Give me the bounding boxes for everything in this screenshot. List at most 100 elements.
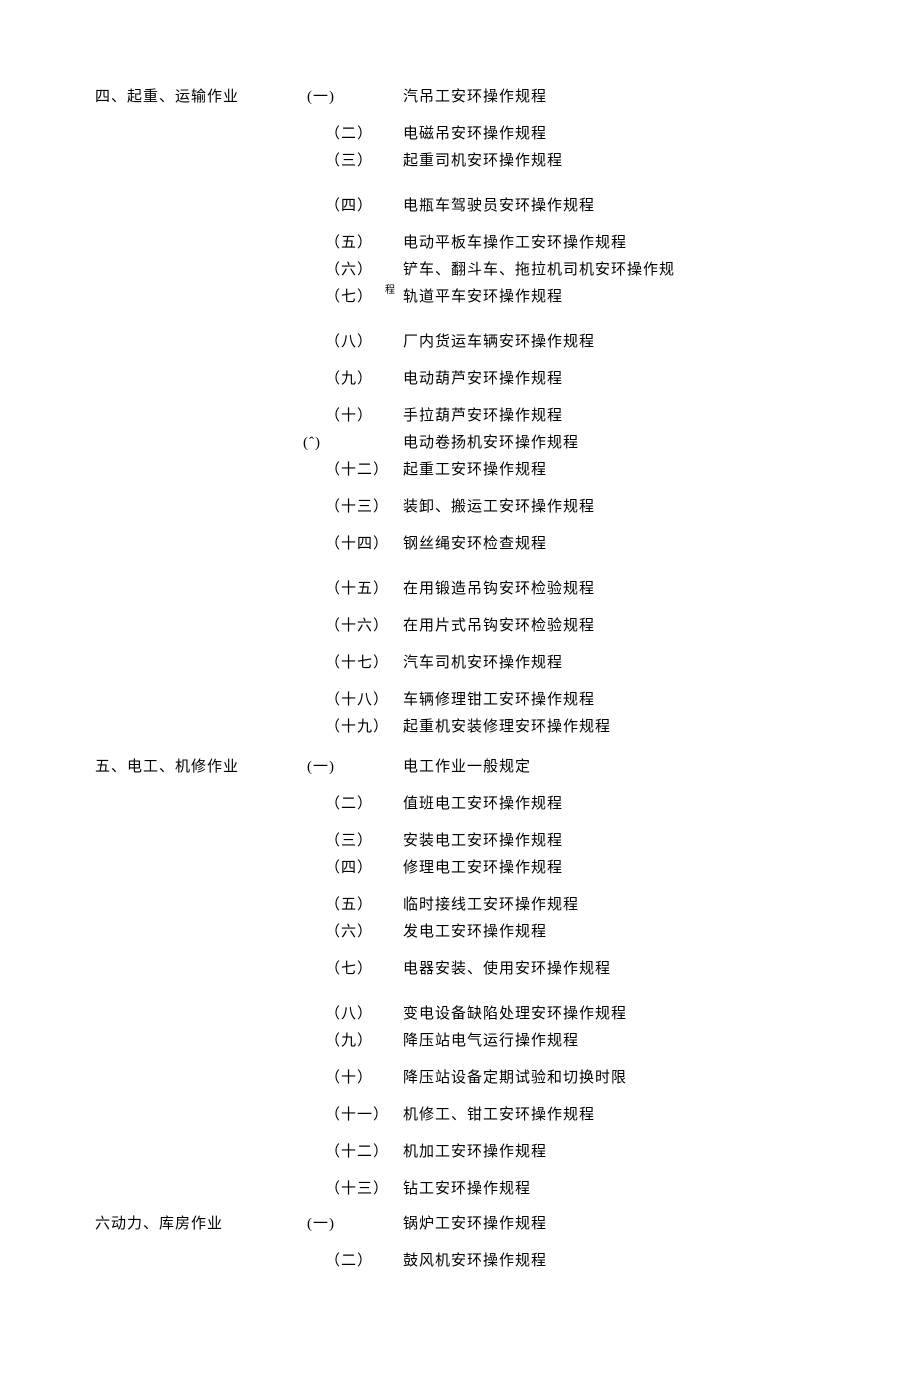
toc-row: （十七）汽车司机安环操作规程 [325,656,875,671]
toc-page: 四、起重、运输作业 (一)汽吊工安环操作规程（二）电磁吊安环操作规程（三）起重司… [95,90,875,1269]
toc-item-note: 程 [385,286,395,296]
toc-row: （四）修理电工安环操作规程 [325,861,875,876]
section-heading: 四、起重、运输作业 [95,90,325,105]
toc-item-number: （七） [325,962,403,977]
toc-item-title: 降压站电气运行操作规程 [403,1034,875,1049]
toc-item-title: 厂内货运车辆安环操作规程 [403,335,875,350]
toc-row: （六）发电工安环操作规程 [325,925,875,940]
toc-row: （八）变电设备缺陷处理安环操作规程 [325,1007,875,1022]
toc-item-title: 装卸、搬运工安环操作规程 [403,500,875,515]
toc-row: （二）鼓风机安环操作规程 [325,1254,875,1269]
toc-item-number: （九） [325,1034,403,1049]
toc-item-title: 起重机安装修理安环操作规程 [403,720,875,735]
toc-item-title: 机加工安环操作规程 [403,1145,875,1160]
toc-section: 五、电工、机修作业 (一)电工作业一般规定 （二）值班电工安环操作规程 （三）安装电… [95,760,875,1197]
toc-row: (一)电工作业一般规定 [325,760,875,775]
toc-item-number: （六） [325,263,403,278]
toc-item-number: （五） [325,898,403,913]
toc-item-number: （十二） [325,1145,403,1160]
section-items: (一)锅炉工安环操作规程（二）鼓风机安环操作规程 [325,1217,875,1269]
toc-row: （五）电动平板车操作工安环操作规程 [325,236,875,251]
toc-row: （十二）起重工安环操作规程 [325,463,875,478]
toc-section: 四、起重、运输作业 (一)汽吊工安环操作规程 （二）电磁吊安环操作规程 （三）起重司… [95,90,875,735]
toc-row: （二）电磁吊安环操作规程 [325,127,875,142]
toc-item-number: (一) [307,90,403,105]
toc-item-number: （十八） [325,693,403,708]
toc-item-title: 电器安装、使用安环操作规程 [403,962,875,977]
toc-item-title: 汽吊工安环操作规程 [403,90,875,105]
toc-item-number: （九） [325,372,403,387]
toc-item-number: （二） [325,1254,403,1269]
toc-item-title: 发电工安环操作规程 [403,925,875,940]
toc-row: （五）临时接线工安环操作规程 [325,898,875,913]
toc-item-title: 在用片式吊钩安环检验规程 [403,619,875,634]
toc-row: （九）电动葫芦安环操作规程 [325,372,875,387]
toc-item-number: (ˆ) [303,436,403,451]
toc-item-title: 电动卷扬机安环操作规程 [403,436,875,451]
toc-item-number: （二） [325,797,403,812]
toc-item-title: 修理电工安环操作规程 [403,861,875,876]
toc-row: （九）降压站电气运行操作规程 [325,1034,875,1049]
toc-row: （七）程轨道平车安环操作规程 [325,290,875,305]
toc-row: （八）厂内货运车辆安环操作规程 [325,335,875,350]
toc-row: （十二）机加工安环操作规程 [325,1145,875,1160]
toc-section: 六动力、库房作业 (一)锅炉工安环操作规程 （二）鼓风机安环操作规程 [95,1217,875,1269]
toc-item-title: 钻工安环操作规程 [403,1182,875,1197]
toc-row: （三）安装电工安环操作规程 [325,834,875,849]
toc-item-title: 机修工、钳工安环操作规程 [403,1108,875,1123]
section-heading: 五、电工、机修作业 [95,760,325,775]
toc-item-number: （二） [325,127,403,142]
toc-item-title: 降压站设备定期试验和切换时限 [403,1071,875,1086]
toc-item-title: 变电设备缺陷处理安环操作规程 [403,1007,875,1022]
toc-item-number: （十） [325,1071,403,1086]
toc-item-number: （十一） [325,1108,403,1123]
toc-row: (ˆ)电动卷扬机安环操作规程 [325,436,875,451]
toc-row: （十）降压站设备定期试验和切换时限 [325,1071,875,1086]
toc-item-number: （十三） [325,1182,403,1197]
toc-row: (一)汽吊工安环操作规程 [325,90,875,105]
toc-row: （十三）装卸、搬运工安环操作规程 [325,500,875,515]
toc-item-title: 电动平板车操作工安环操作规程 [403,236,875,251]
toc-row: （四）电瓶车驾驶员安环操作规程 [325,199,875,214]
toc-item-number: （四） [325,861,403,876]
toc-row: （十九）起重机安装修理安环操作规程 [325,720,875,735]
toc-item-title: 在用锻造吊钩安环检验规程 [403,582,875,597]
toc-row: （六）铲车、翻斗车、拖拉机司机安环操作规 [325,263,875,278]
toc-item-number: （十二） [325,463,403,478]
toc-item-number: （十四） [325,537,403,552]
toc-item-number: （五） [325,236,403,251]
toc-item-number: （十） [325,409,403,424]
toc-item-number: （十六） [325,619,403,634]
toc-item-number: （八） [325,1007,403,1022]
toc-item-title: 电动葫芦安环操作规程 [403,372,875,387]
toc-row: （二）值班电工安环操作规程 [325,797,875,812]
toc-item-title: 手拉葫芦安环操作规程 [403,409,875,424]
toc-item-number: （十三） [325,500,403,515]
section-items: (一)电工作业一般规定（二）值班电工安环操作规程（三）安装电工安环操作规程（四）… [325,760,875,1197]
toc-item-title: 锅炉工安环操作规程 [403,1217,875,1232]
toc-item-number: (一) [307,760,403,775]
toc-item-number: （三） [325,834,403,849]
toc-row: （十）手拉葫芦安环操作规程 [325,409,875,424]
toc-item-title: 安装电工安环操作规程 [403,834,875,849]
toc-item-title: 汽车司机安环操作规程 [403,656,875,671]
toc-item-number: (一) [307,1217,403,1232]
toc-item-number: （三） [325,154,403,169]
toc-item-number: （六） [325,925,403,940]
toc-item-title: 电工作业一般规定 [403,760,875,775]
toc-item-title: 起重司机安环操作规程 [403,154,875,169]
section-heading: 六动力、库房作业 [95,1217,325,1232]
toc-row: （十六）在用片式吊钩安环检验规程 [325,619,875,634]
toc-row: （十八）车辆修理钳工安环操作规程 [325,693,875,708]
toc-item-title: 轨道平车安环操作规程 [403,290,875,305]
toc-item-title: 鼓风机安环操作规程 [403,1254,875,1269]
toc-item-title: 电瓶车驾驶员安环操作规程 [403,199,875,214]
toc-row: （十四）钢丝绳安环检查规程 [325,537,875,552]
toc-row: （七）电器安装、使用安环操作规程 [325,962,875,977]
toc-row: （十五）在用锻造吊钩安环检验规程 [325,582,875,597]
toc-item-title: 值班电工安环操作规程 [403,797,875,812]
toc-item-title: 铲车、翻斗车、拖拉机司机安环操作规 [403,263,875,278]
toc-item-number: （十九） [325,720,403,735]
toc-row: （十三）钻工安环操作规程 [325,1182,875,1197]
toc-item-title: 临时接线工安环操作规程 [403,898,875,913]
